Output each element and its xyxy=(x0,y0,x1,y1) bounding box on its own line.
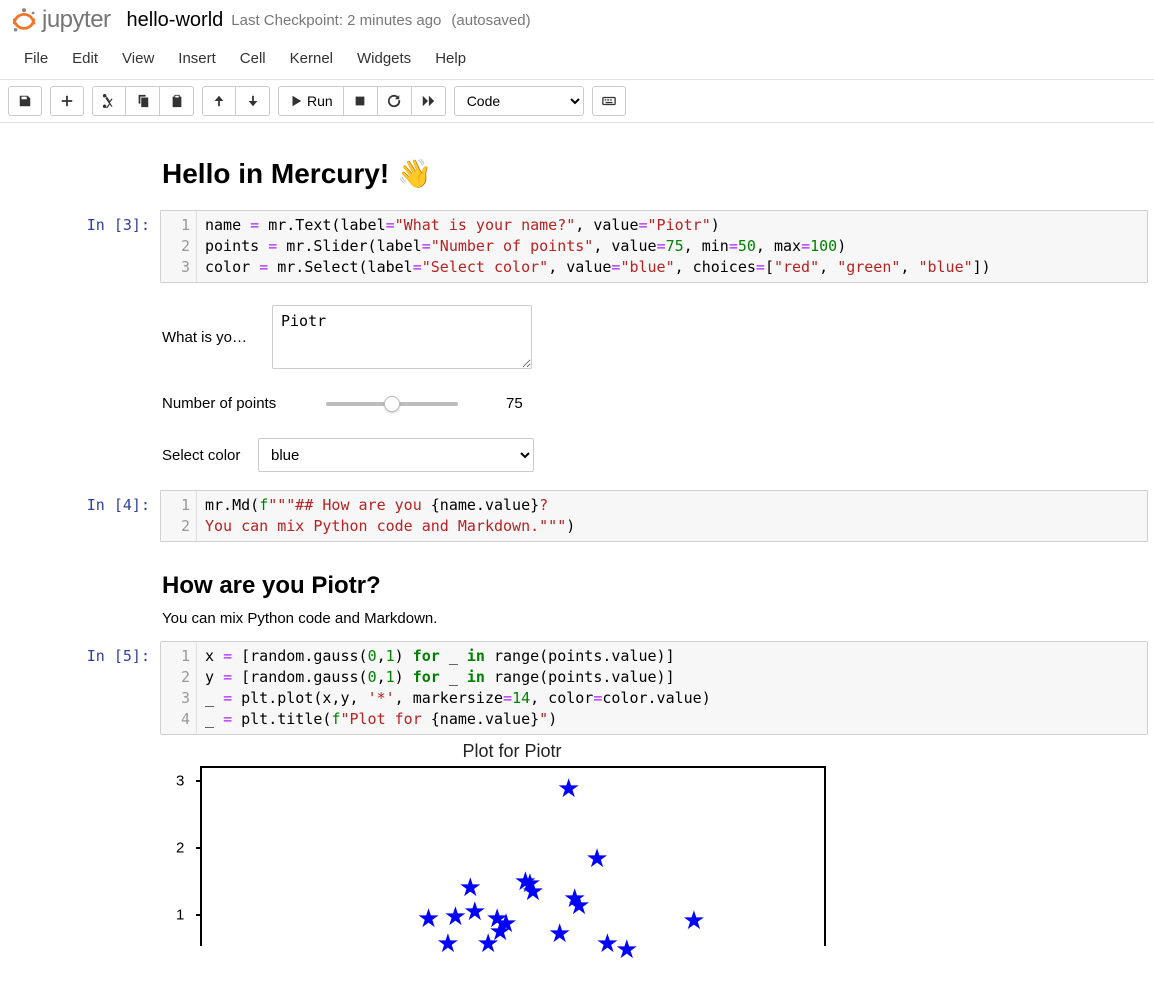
run-button[interactable]: Run xyxy=(278,86,344,116)
notebook-name[interactable]: hello-world xyxy=(127,9,224,32)
scatter-marker: ★ xyxy=(682,907,705,933)
md-output-paragraph: You can mix Python code and Markdown. xyxy=(162,610,1154,627)
add-cell-button[interactable] xyxy=(50,86,84,116)
menubar: File Edit View Insert Cell Kernel Widget… xyxy=(0,38,1154,80)
command-palette-button[interactable] xyxy=(592,86,626,116)
save-button[interactable] xyxy=(8,86,42,116)
menu-help[interactable]: Help xyxy=(423,44,478,73)
menu-kernel[interactable]: Kernel xyxy=(278,44,345,73)
scatter-marker: ★ xyxy=(567,892,590,918)
code-cell-4[interactable]: In [4]: 12 mr.Md(f"""## How are you {nam… xyxy=(0,490,1154,542)
slider-widget[interactable] xyxy=(308,402,476,406)
text-widget-label: What is yo… xyxy=(162,329,272,346)
toolbar: Run Code xyxy=(0,80,1154,123)
cut-button[interactable] xyxy=(92,86,126,116)
select-widget[interactable]: blue xyxy=(258,438,534,472)
slider-widget-label: Number of points xyxy=(162,395,308,412)
prompt-4: In [4]: xyxy=(0,490,160,542)
autosaved-label: (autosaved) xyxy=(451,12,530,29)
run-label: Run xyxy=(307,93,333,109)
code-cell-3[interactable]: In [3]: 123 name = mr.Text(label="What i… xyxy=(0,210,1154,486)
restart-button[interactable] xyxy=(378,86,412,116)
prompt-3: In [3]: xyxy=(0,210,160,486)
select-widget-label: Select color xyxy=(162,447,258,464)
jupyter-icon xyxy=(10,6,38,34)
scatter-marker: ★ xyxy=(477,930,500,956)
markdown-heading: Hello in Mercury! 👋 xyxy=(162,157,1154,190)
paste-button[interactable] xyxy=(160,86,194,116)
move-up-button[interactable] xyxy=(202,86,236,116)
md-output-heading: How are you Piotr? xyxy=(162,572,1154,600)
jupyter-text: jupyter xyxy=(42,6,111,34)
scatter-marker: ★ xyxy=(521,878,544,904)
menu-edit[interactable]: Edit xyxy=(60,44,110,73)
code-editor[interactable]: x = [random.gauss(0,1) for _ in range(po… xyxy=(197,642,1147,734)
cell-type-select[interactable]: Code xyxy=(454,86,584,116)
code-cell-5[interactable]: In [5]: 1234 x = [random.gauss(0,1) for … xyxy=(0,641,1154,946)
scatter-marker: ★ xyxy=(557,775,580,801)
scatter-marker: ★ xyxy=(436,930,459,956)
plot-title: Plot for Piotr xyxy=(202,741,822,762)
plot-axes: 123★★★★★★★★★★★★★★★★★★★★ xyxy=(200,766,826,946)
scatter-marker: ★ xyxy=(444,903,467,929)
scatter-marker: ★ xyxy=(596,930,619,956)
menu-file[interactable]: File xyxy=(12,44,60,73)
scatter-marker: ★ xyxy=(548,920,571,946)
prompt-5: In [5]: xyxy=(0,641,160,946)
menu-widgets[interactable]: Widgets xyxy=(345,44,423,73)
notebook-area: Hello in Mercury! 👋 In [3]: 123 name = m… xyxy=(0,123,1154,946)
slider-value-label: 75 xyxy=(506,395,523,412)
menu-insert[interactable]: Insert xyxy=(166,44,228,73)
jupyter-logo[interactable]: jupyter xyxy=(10,6,111,34)
restart-run-all-button[interactable] xyxy=(412,86,446,116)
move-down-button[interactable] xyxy=(236,86,270,116)
gutter: 123 xyxy=(161,211,197,282)
checkpoint-label: Last Checkpoint: 2 minutes ago xyxy=(231,12,441,29)
menu-cell[interactable]: Cell xyxy=(228,44,278,73)
code-editor[interactable]: mr.Md(f"""## How are you {name.value}? Y… xyxy=(197,491,1147,541)
notebook-header: jupyter hello-world Last Checkpoint: 2 m… xyxy=(0,0,1154,38)
menu-view[interactable]: View xyxy=(110,44,166,73)
text-widget-input[interactable] xyxy=(272,305,532,369)
widgets-output: What is yo… Number of points 75 Select c… xyxy=(160,283,1148,486)
code-editor[interactable]: name = mr.Text(label="What is your name?… xyxy=(197,211,1147,282)
plot-output: Plot for Piotr 123★★★★★★★★★★★★★★★★★★★★ xyxy=(160,735,1148,946)
copy-button[interactable] xyxy=(126,86,160,116)
scatter-marker: ★ xyxy=(585,845,608,871)
prompt-empty xyxy=(0,137,160,206)
interrupt-button[interactable] xyxy=(344,86,378,116)
